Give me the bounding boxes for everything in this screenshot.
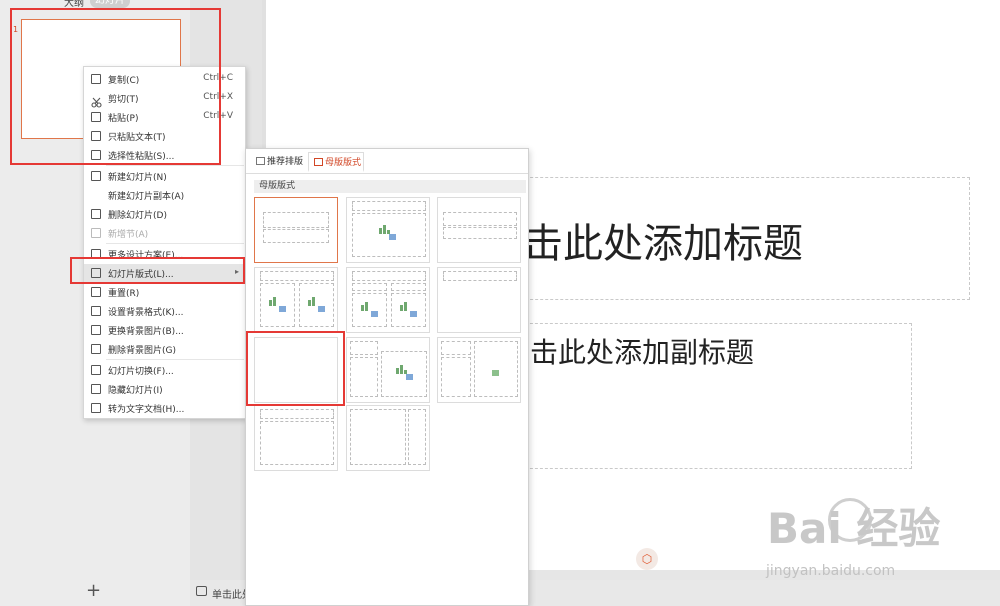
chart-placeholder-icon [395, 364, 413, 380]
delete-slide-icon [91, 209, 101, 219]
menu-item-background-format[interactable]: 设置背景格式(K)... [84, 302, 245, 320]
transition-icon [91, 365, 101, 375]
layout-title[interactable] [254, 197, 338, 263]
layout-box [391, 283, 426, 291]
menu-item-delete-bg-image[interactable]: 删除背景图片(G) [84, 340, 245, 358]
background-format-icon [91, 306, 101, 316]
layout-box [263, 212, 329, 228]
title-placeholder-text: 击此处添加标题 [523, 221, 803, 267]
chart-placeholder-icon [307, 296, 325, 312]
layout-box [263, 229, 329, 243]
layout-content-caption[interactable] [346, 337, 430, 403]
menu-item-label: 隐藏幻灯片(I) [108, 386, 163, 396]
watermark-url: jingyan.baidu.com [766, 563, 896, 579]
chart-placeholder-icon [360, 301, 378, 317]
menu-item-label: 更换背景图片(B)... [108, 327, 184, 337]
layout-grid-icon [314, 158, 323, 166]
layout-title-vertical-text[interactable] [254, 405, 338, 471]
annotation-highlight-thumbnail [10, 8, 221, 165]
reset-icon [91, 287, 101, 297]
section-header: 母版版式 [254, 180, 526, 193]
layout-box [408, 409, 426, 465]
layout-two-content[interactable] [254, 267, 338, 333]
hide-slide-icon [91, 384, 101, 394]
delete-bg-image-icon [91, 344, 101, 354]
layout-box [260, 421, 334, 465]
layout-comparison[interactable] [346, 267, 430, 333]
menu-item-label: 新建幻灯片副本(A) [108, 192, 185, 202]
watermark-brand: Bai 经验 [767, 504, 941, 553]
annotation-highlight-layout [246, 331, 345, 406]
smart-assistant-icon[interactable]: ⬡ [636, 548, 658, 570]
menu-separator [106, 165, 244, 166]
layout-picture-caption[interactable] [437, 337, 521, 403]
section-icon [91, 228, 101, 238]
tab-label: 推荐排版 [267, 157, 304, 167]
menu-item-label: 转为文字文档(H)... [108, 405, 185, 415]
layout-box [441, 341, 471, 355]
layout-box [352, 201, 426, 211]
menu-item-label: 新建幻灯片(N) [108, 173, 167, 183]
subtitle-placeholder-text: 击此处添加副标题 [530, 336, 755, 369]
layout-box [441, 357, 471, 397]
layout-box [443, 271, 517, 281]
convert-doc-icon [91, 403, 101, 413]
notes-icon [196, 586, 207, 596]
layout-box [260, 409, 334, 419]
tab-recommended[interactable]: 推荐排版 [251, 152, 306, 172]
menu-item-label: 幻灯片切换(F)... [108, 367, 174, 377]
change-bg-image-icon [91, 325, 101, 335]
layout-box [443, 227, 517, 239]
layout-title-content[interactable] [346, 197, 430, 263]
menu-item-label: 新增节(A) [108, 230, 149, 240]
menu-item-delete-slide[interactable]: 删除幻灯片(D) [84, 205, 245, 223]
menu-separator [106, 243, 244, 244]
menu-item-new-section: 新增节(A) [84, 224, 245, 242]
tab-divider [246, 173, 528, 174]
menu-item-label: 删除幻灯片(D) [108, 211, 167, 221]
layout-title-only[interactable] [437, 267, 521, 333]
layout-section-header[interactable] [437, 197, 521, 263]
layout-box [350, 409, 406, 465]
menu-item-new-slide[interactable]: 新建幻灯片(N) [84, 167, 245, 185]
menu-item-convert-doc[interactable]: 转为文字文档(H)... [84, 399, 245, 417]
thumbs-up-icon [256, 157, 265, 165]
chart-placeholder-icon [378, 224, 396, 240]
new-slide-icon [91, 171, 101, 181]
layout-vertical-title-text[interactable] [346, 405, 430, 471]
layout-box [352, 271, 426, 281]
menu-item-transition[interactable]: 幻灯片切换(F)... [84, 361, 245, 379]
chart-placeholder-icon [268, 296, 286, 312]
menu-item-reset[interactable]: 重置(R) [84, 283, 245, 301]
layout-box [350, 341, 378, 355]
menu-item-label: 删除背景图片(G) [108, 346, 176, 356]
tab-label: 母版版式 [325, 158, 362, 168]
layout-box [260, 271, 334, 281]
menu-item-duplicate-slide[interactable]: 新建幻灯片副本(A) [84, 186, 245, 204]
tab-slides[interactable]: 幻灯片 [90, 0, 130, 8]
menu-item-label: 重置(R) [108, 289, 140, 299]
menu-separator [106, 359, 244, 360]
picture-placeholder-icon [492, 360, 510, 376]
annotation-highlight-menu-item [70, 257, 245, 284]
layout-box [350, 357, 378, 397]
menu-item-change-bg-image[interactable]: 更换背景图片(B)... [84, 321, 245, 339]
add-slide-icon[interactable]: + [86, 582, 101, 600]
menu-item-hide-slide[interactable]: 隐藏幻灯片(I) [84, 380, 245, 398]
layout-box [352, 283, 387, 291]
menu-item-label: 设置背景格式(K)... [108, 308, 184, 318]
chart-placeholder-icon [399, 301, 417, 317]
tab-master-layouts[interactable]: 母版版式 [308, 152, 364, 172]
layout-box [443, 212, 517, 226]
